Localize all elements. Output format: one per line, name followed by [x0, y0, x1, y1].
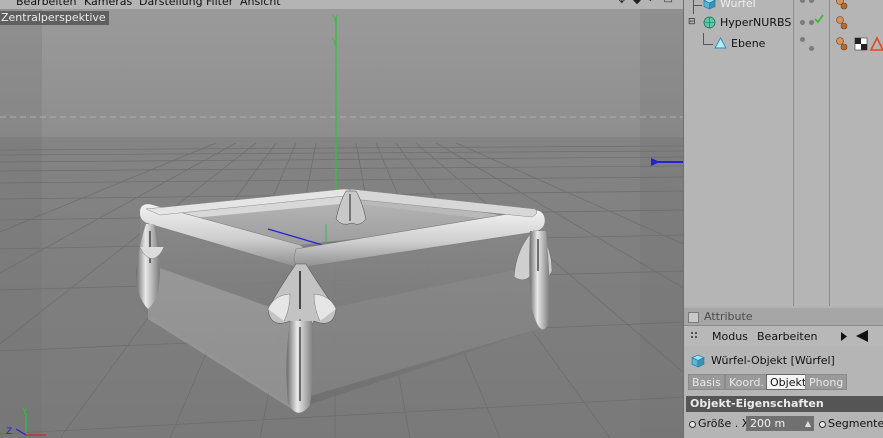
viewport-menubar: Bearbeiten Kameras Darstellung Filter An…: [0, 0, 683, 9]
world-y-label: Y: [331, 14, 339, 25]
scene-render[interactable]: Y Y Y Z: [0, 9, 683, 438]
menu-modus[interactable]: Modus: [712, 330, 748, 343]
material-tag-icon[interactable]: [835, 14, 849, 32]
tab-koord[interactable]: Koord.: [725, 374, 768, 390]
spinner-arrows-icon[interactable]: ▲: [805, 416, 811, 431]
back-arrow-icon[interactable]: [855, 329, 869, 343]
tree-line: [703, 44, 713, 45]
menu-ansicht[interactable]: Ansicht: [240, 0, 281, 8]
hypernurbs-icon: [703, 16, 716, 29]
attribute-menubar: Modus Bearbeiten: [684, 326, 883, 346]
mode-dots-icon: [691, 332, 697, 338]
attribute-header: Attribute: [684, 308, 883, 326]
cube-icon: [691, 354, 705, 368]
size-x-input[interactable]: 200 m ▲: [746, 416, 814, 431]
tree-collapse-toggle[interactable]: ⊟: [688, 18, 696, 27]
attribute-lock-checkbox[interactable]: [688, 312, 699, 323]
menu-bearbeiten[interactable]: Bearbeiten: [16, 0, 76, 8]
object-name[interactable]: Würfel: [720, 0, 756, 10]
plane-icon: [714, 37, 727, 49]
section-header: Objekt-Eigenschaften: [686, 396, 883, 412]
editor-visibility-dot[interactable]: [800, 37, 805, 42]
tree-line: [693, 0, 694, 14]
size-x-label: Größe . X: [698, 417, 750, 430]
attribute-size-row: Größe . X 200 m ▲ Segmente X: [684, 415, 883, 433]
animate-radio[interactable]: [819, 421, 826, 428]
menu-filter[interactable]: Filter: [206, 0, 233, 8]
right-panel: Würfel ⊟ HyperNURBS Ebene Attribute Modu…: [683, 0, 883, 438]
object-row-wuerfel[interactable]: Würfel: [684, 0, 883, 14]
attribute-object-header: Würfel-Objekt [Würfel]: [684, 351, 883, 371]
cube-icon: [703, 0, 716, 10]
attribute-manager: Attribute Modus Bearbeiten Würfel-Objekt…: [684, 308, 883, 438]
attribute-title: Attribute: [704, 310, 753, 323]
enabled-check-icon[interactable]: [814, 14, 824, 24]
animate-radio[interactable]: [689, 421, 696, 428]
menu-darstellung[interactable]: Darstellung: [139, 0, 203, 8]
camera-perspective-label[interactable]: Zentralperspektive: [0, 11, 109, 25]
size-x-value: 200 m: [750, 417, 786, 430]
tab-objekt[interactable]: Objekt: [766, 374, 811, 390]
svg-text:Y: Y: [331, 38, 338, 48]
segments-x-label: Segmente X: [828, 417, 883, 430]
menu-kameras[interactable]: Kameras: [84, 0, 132, 8]
tree-line: [703, 33, 704, 44]
view-navigation-icons[interactable]: ✥ ◆ ↶ ▭: [618, 0, 675, 6]
forward-arrow-icon[interactable]: [841, 332, 848, 341]
tab-phong[interactable]: Phong: [805, 374, 848, 390]
tree-line: [693, 5, 702, 6]
render-visibility-dot[interactable]: [809, 0, 814, 3]
object-manager: Würfel ⊟ HyperNURBS Ebene: [684, 0, 883, 306]
editor-visibility-dot[interactable]: [800, 20, 805, 25]
editor-visibility-dot[interactable]: [800, 0, 805, 3]
material-tag-icon[interactable]: [835, 0, 849, 10]
object-name[interactable]: Ebene: [731, 37, 765, 50]
menu-bearbeiten[interactable]: Bearbeiten: [757, 330, 817, 343]
attribute-object-title: Würfel-Objekt [Würfel]: [711, 354, 835, 367]
3d-viewport[interactable]: Bearbeiten Kameras Darstellung Filter An…: [0, 0, 683, 438]
object-name[interactable]: HyperNURBS: [720, 16, 791, 29]
render-visibility-dot[interactable]: [809, 46, 814, 51]
object-row-hypernurbs[interactable]: ⊟ HyperNURBS: [684, 14, 883, 32]
tab-basis[interactable]: Basis: [688, 374, 725, 390]
object-tags[interactable]: [835, 35, 883, 53]
object-row-ebene[interactable]: Ebene: [684, 33, 883, 53]
svg-text:Y: Y: [21, 407, 28, 417]
svg-text:Z: Z: [6, 427, 12, 437]
